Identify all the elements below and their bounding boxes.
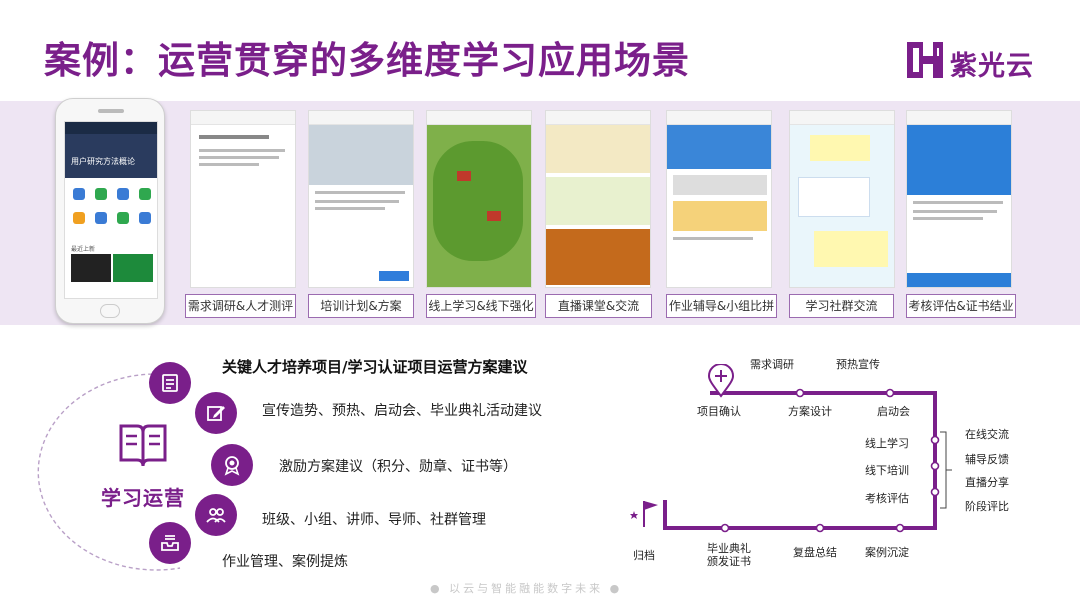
flow-side-compare: 阶段评比 [965, 500, 1009, 513]
flow-step-warmup: 预热宣传 [836, 358, 880, 371]
flow-step-review: 复盘总结 [793, 546, 837, 559]
flow-step-design: 方案设计 [788, 405, 832, 418]
flag-icon [630, 501, 658, 527]
flow-step-offline: 线下培训 [865, 464, 909, 477]
flow-step-kickoff: 启动会 [877, 405, 910, 418]
flow-side-exchange: 在线交流 [965, 428, 1009, 441]
location-pin-icon [707, 364, 735, 398]
flow-step-archive: 归档 [633, 549, 655, 562]
flow-step-online: 线上学习 [865, 437, 909, 450]
flow-side-live: 直播分享 [965, 476, 1009, 489]
flow-step-research: 需求调研 [750, 358, 794, 371]
flow-step-confirm: 项目确认 [697, 405, 741, 418]
footer-slogan: ● 以云与智能融能数字未来 ● [430, 582, 623, 595]
project-flow-path [663, 388, 952, 533]
flow-step-assessment: 考核评估 [865, 492, 909, 505]
flow-side-feedback: 辅导反馈 [965, 453, 1009, 466]
flow-step-cases: 案例沉淀 [865, 546, 909, 559]
flow-step-graduation: 毕业典礼 颁发证书 [707, 542, 751, 568]
